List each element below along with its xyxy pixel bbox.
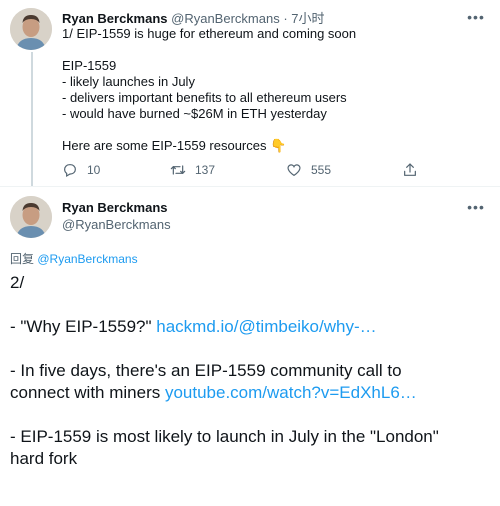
tweet-divider — [0, 186, 500, 187]
author-avatar[interactable] — [10, 196, 52, 238]
miners-text: connect with miners — [10, 383, 165, 402]
hackmd-link[interactable]: hackmd.io/@timbeiko/why-… — [156, 317, 376, 336]
retweet-icon — [170, 165, 186, 175]
tweet-line: connect with miners youtube.com/watch?v=… — [10, 382, 494, 404]
resources-text: Here are some EIP-1559 resources — [62, 138, 267, 153]
tweet-header: Ryan Berckmans @RyanBerckmans · 7小时 — [62, 8, 325, 27]
author-name[interactable]: Ryan Berckmans — [62, 11, 168, 26]
thread-connector-line — [31, 52, 33, 186]
replying-to: 回复 @RyanBerckmans — [10, 250, 138, 267]
author-avatar[interactable] — [10, 8, 52, 50]
tweet-line: - likely launches in July — [62, 74, 195, 89]
retweet-button[interactable]: 137 — [170, 160, 215, 180]
tweet-line: - EIP-1559 is most likely to launch in J… — [10, 427, 439, 446]
tweet-line: 1/ EIP-1559 is huge for ethereum and com… — [62, 26, 357, 41]
tweet-text: 1/ EIP-1559 is huge for ethereum and com… — [62, 26, 482, 154]
tweet-line: hard fork — [10, 449, 78, 468]
author-name[interactable]: Ryan Berckmans — [62, 200, 168, 215]
like-count: 555 — [311, 163, 332, 177]
tweet-text: 2/ - "Why EIP-1559?" hackmd.io/@timbeiko… — [10, 272, 494, 470]
author-handle[interactable]: @RyanBerckmans — [62, 217, 171, 232]
why-text: - "Why EIP-1559?" — [10, 317, 157, 336]
share-icon — [404, 163, 416, 176]
author-handle[interactable]: @RyanBerckmans — [171, 11, 280, 26]
pointing-down-emoji: 👇 — [270, 138, 287, 153]
like-button[interactable]: 555 — [286, 160, 331, 180]
tweet-line: - would have burned ~$26M in ETH yesterd… — [62, 106, 327, 121]
reply-handle-link[interactable]: @RyanBerckmans — [37, 252, 137, 266]
reply-icon — [64, 164, 76, 178]
tweet-line: EIP-1559 — [62, 58, 117, 73]
heart-icon — [287, 164, 301, 177]
tweet-line: - In five days, there's an EIP-1559 comm… — [10, 361, 402, 380]
tweet-line: 2/ — [10, 273, 25, 292]
share-button[interactable] — [402, 160, 418, 180]
tweet-actions: 10 137 555 — [62, 160, 422, 180]
ellipsis-icon[interactable]: ••• — [466, 10, 486, 24]
ellipsis-icon[interactable]: ••• — [466, 200, 486, 214]
tweet-time[interactable]: 7小时 — [291, 11, 324, 26]
youtube-link[interactable]: youtube.com/watch?v=EdXhL6… — [165, 383, 417, 402]
tweet-line-resources: Here are some EIP-1559 resources 👇 — [62, 138, 482, 154]
reply-count: 10 — [87, 163, 101, 177]
tweet-line: - delivers important benefits to all eth… — [62, 90, 347, 105]
reply-prefix: 回复 — [10, 252, 35, 266]
reply-button[interactable]: 10 — [62, 160, 100, 180]
retweet-count: 137 — [195, 163, 216, 177]
tweet-line: - "Why EIP-1559?" hackmd.io/@timbeiko/wh… — [10, 316, 494, 338]
header-separator: · — [283, 11, 288, 26]
